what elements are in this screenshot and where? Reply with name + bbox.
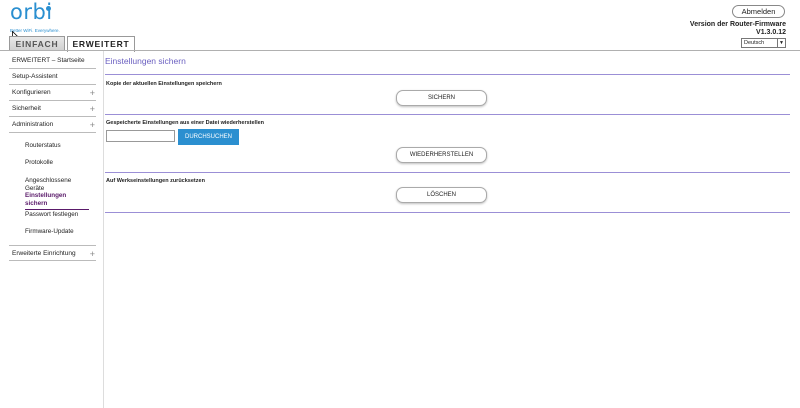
browse-button[interactable]: DURCHSUCHEN (178, 129, 239, 145)
section-label-restore: Gespeicherte Einstellungen aus einer Dat… (106, 120, 265, 126)
sidebar-subitem-connected-devices[interactable]: Angeschlossene Geräte (25, 177, 89, 193)
sidebar-subitem-backup-settings[interactable]: Einstellungen sichern (25, 192, 89, 210)
chevron-down-icon[interactable]: ▼ (777, 39, 785, 47)
sidebar-item-administration[interactable]: Administration + (9, 117, 96, 133)
section-divider (105, 172, 790, 173)
sidebar-item-label: Setup-Assistent (12, 73, 58, 80)
expand-plus-icon[interactable]: + (90, 246, 95, 262)
sidebar-item-configure[interactable]: Konfigurieren + (9, 85, 96, 101)
sidebar-item-label: Konfigurieren (12, 89, 51, 96)
expand-plus-icon[interactable]: + (90, 117, 95, 133)
language-select[interactable]: Deutsch ▼ (741, 38, 786, 48)
sidebar-item-advanced-setup[interactable]: Erweiterte Einrichtung + (9, 245, 96, 261)
restore-file-input[interactable] (106, 130, 175, 142)
firmware-version-value: V1.3.0.12 (756, 29, 786, 36)
section-label-factory-reset: Auf Werkseinstellungen zurücksetzen (106, 178, 205, 184)
logout-button[interactable]: Abmelden (732, 5, 785, 18)
header-divider (0, 50, 800, 51)
logo-text: orbi (10, 0, 53, 24)
section-label-save: Kopie der aktuellen Einstellungen speich… (106, 81, 222, 87)
language-select-value: Deutsch (744, 40, 765, 46)
section-divider (105, 74, 790, 75)
restore-button[interactable]: WIEDERHERSTELLEN (396, 147, 487, 163)
erase-button[interactable]: LÖSCHEN (396, 187, 487, 203)
sidebar: ERWEITERT – Startseite Setup-Assistent K… (0, 51, 104, 408)
sidebar-item-label: Sicherheit (12, 105, 41, 112)
save-button[interactable]: SICHERN (396, 90, 487, 106)
sidebar-subitem-set-password[interactable]: Passwort festlegen (25, 211, 89, 219)
sidebar-item-setup-wizard[interactable]: Setup-Assistent (9, 69, 96, 85)
sidebar-subitem-firmware-update[interactable]: Firmware-Update (25, 228, 89, 236)
tab-einfach[interactable]: EINFACH (9, 36, 65, 51)
sidebar-item-label: Erweiterte Einrichtung (12, 250, 76, 257)
sidebar-subitem-logs[interactable]: Protokolle (25, 159, 89, 167)
sidebar-item-label: ERWEITERT – Startseite (12, 57, 85, 64)
sidebar-item-label: Administration (12, 121, 54, 128)
orbi-logo[interactable]: orbi Better WiFi. Everywhere. (10, 0, 70, 34)
section-divider (105, 212, 790, 213)
logo-dot (46, 6, 51, 11)
sidebar-subitem-router-status[interactable]: Routerstatus (25, 142, 89, 150)
sidebar-item-security[interactable]: Sicherheit + (9, 101, 96, 117)
sidebar-item-advanced-home[interactable]: ERWEITERT – Startseite (9, 53, 96, 69)
expand-plus-icon[interactable]: + (90, 101, 95, 117)
expand-plus-icon[interactable]: + (90, 85, 95, 101)
firmware-version-label: Version der Router-Firmware (689, 21, 786, 28)
page-title: Einstellungen sichern (105, 56, 186, 66)
section-divider (105, 114, 790, 115)
